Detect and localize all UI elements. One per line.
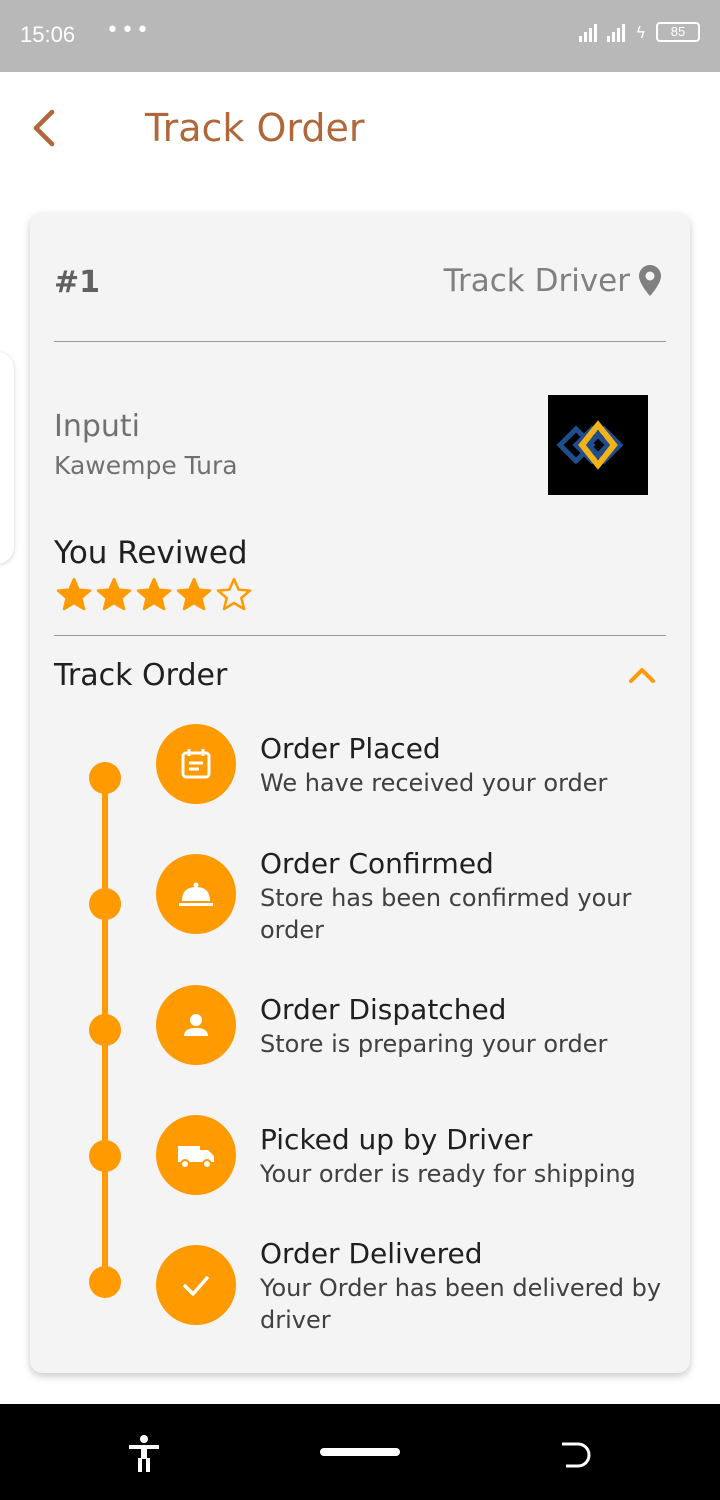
timeline-dot	[89, 1266, 121, 1298]
battery-level: 85	[670, 24, 686, 39]
step-title: Order Placed	[260, 732, 441, 765]
step-icon-order-confirmed	[156, 854, 236, 934]
cloche-icon	[179, 882, 213, 906]
chevron-left-icon	[33, 109, 55, 147]
step-title: Order Dispatched	[260, 993, 507, 1026]
accessibility-button[interactable]	[126, 1434, 162, 1478]
status-time: 15:06	[20, 22, 76, 47]
step-icon-order-placed	[156, 724, 236, 804]
step-icon-order-dispatched	[156, 985, 236, 1065]
step-description: Your order is ready for shipping	[260, 1160, 636, 1188]
location-pin-icon	[639, 265, 661, 296]
person-icon	[184, 1014, 208, 1036]
collapse-button[interactable]	[628, 665, 656, 685]
order-number: #1	[54, 265, 101, 300]
review-label: You Reviwed	[54, 535, 248, 571]
back-button[interactable]	[28, 108, 62, 148]
track-driver-button[interactable]: Track Driver	[444, 263, 662, 299]
timeline-dot	[89, 762, 121, 794]
star-filled-icon	[136, 577, 172, 611]
notification-dots-icon: •••	[106, 18, 151, 43]
back-gesture-button[interactable]	[560, 1440, 594, 1474]
truck-icon	[178, 1146, 214, 1169]
step-description: Your Order has been delivered by driver	[260, 1274, 662, 1334]
chevron-up-icon	[629, 668, 655, 683]
status-bar: 15:06 ••• ϟ 85	[0, 0, 720, 72]
accessibility-icon	[129, 1435, 159, 1472]
step-description: Store has been confirmed your order	[260, 884, 632, 944]
star-empty-icon	[216, 577, 252, 611]
star-filled-icon	[176, 577, 212, 611]
divider	[54, 341, 666, 342]
store-logo	[548, 395, 648, 495]
signal-icon	[579, 22, 598, 42]
step-description: We have received your order	[260, 769, 608, 797]
track-order-heading: Track Order	[54, 658, 228, 693]
page-title: Track Order	[145, 106, 365, 150]
step-title: Picked up by Driver	[260, 1123, 533, 1156]
charging-icon: ϟ	[635, 22, 646, 42]
battery-icon: 85	[656, 22, 700, 42]
timeline-dot	[89, 1014, 121, 1046]
step-title: Order Delivered	[260, 1237, 483, 1270]
step-title: Order Confirmed	[260, 847, 494, 880]
status-indicators: ϟ 85	[579, 22, 700, 42]
store-address: Kawempe Tura	[54, 451, 238, 480]
step-icon-picked-up	[156, 1115, 236, 1195]
star-filled-icon	[96, 577, 132, 611]
divider	[54, 635, 666, 636]
checkmark-icon	[183, 1276, 209, 1296]
side-drawer-handle[interactable]	[0, 352, 14, 564]
step-icon-order-delivered	[156, 1245, 236, 1325]
step-description: Store is preparing your order	[260, 1030, 608, 1058]
system-nav-bar	[0, 1404, 720, 1500]
timeline-dot	[89, 1140, 121, 1172]
app-bar: Track Order	[0, 72, 720, 184]
back-gesture-icon	[562, 1442, 591, 1468]
store-name: Inputi	[54, 409, 141, 444]
track-driver-label: Track Driver	[443, 263, 630, 299]
star-filled-icon	[56, 577, 92, 611]
calendar-icon	[181, 749, 211, 779]
signal-icon-2	[607, 22, 626, 42]
order-card: #1 Track Driver Inputi Kawempe Tura You …	[30, 213, 690, 1373]
timeline-dot	[89, 888, 121, 920]
home-pill[interactable]	[320, 1448, 400, 1456]
rating-stars	[56, 577, 252, 611]
